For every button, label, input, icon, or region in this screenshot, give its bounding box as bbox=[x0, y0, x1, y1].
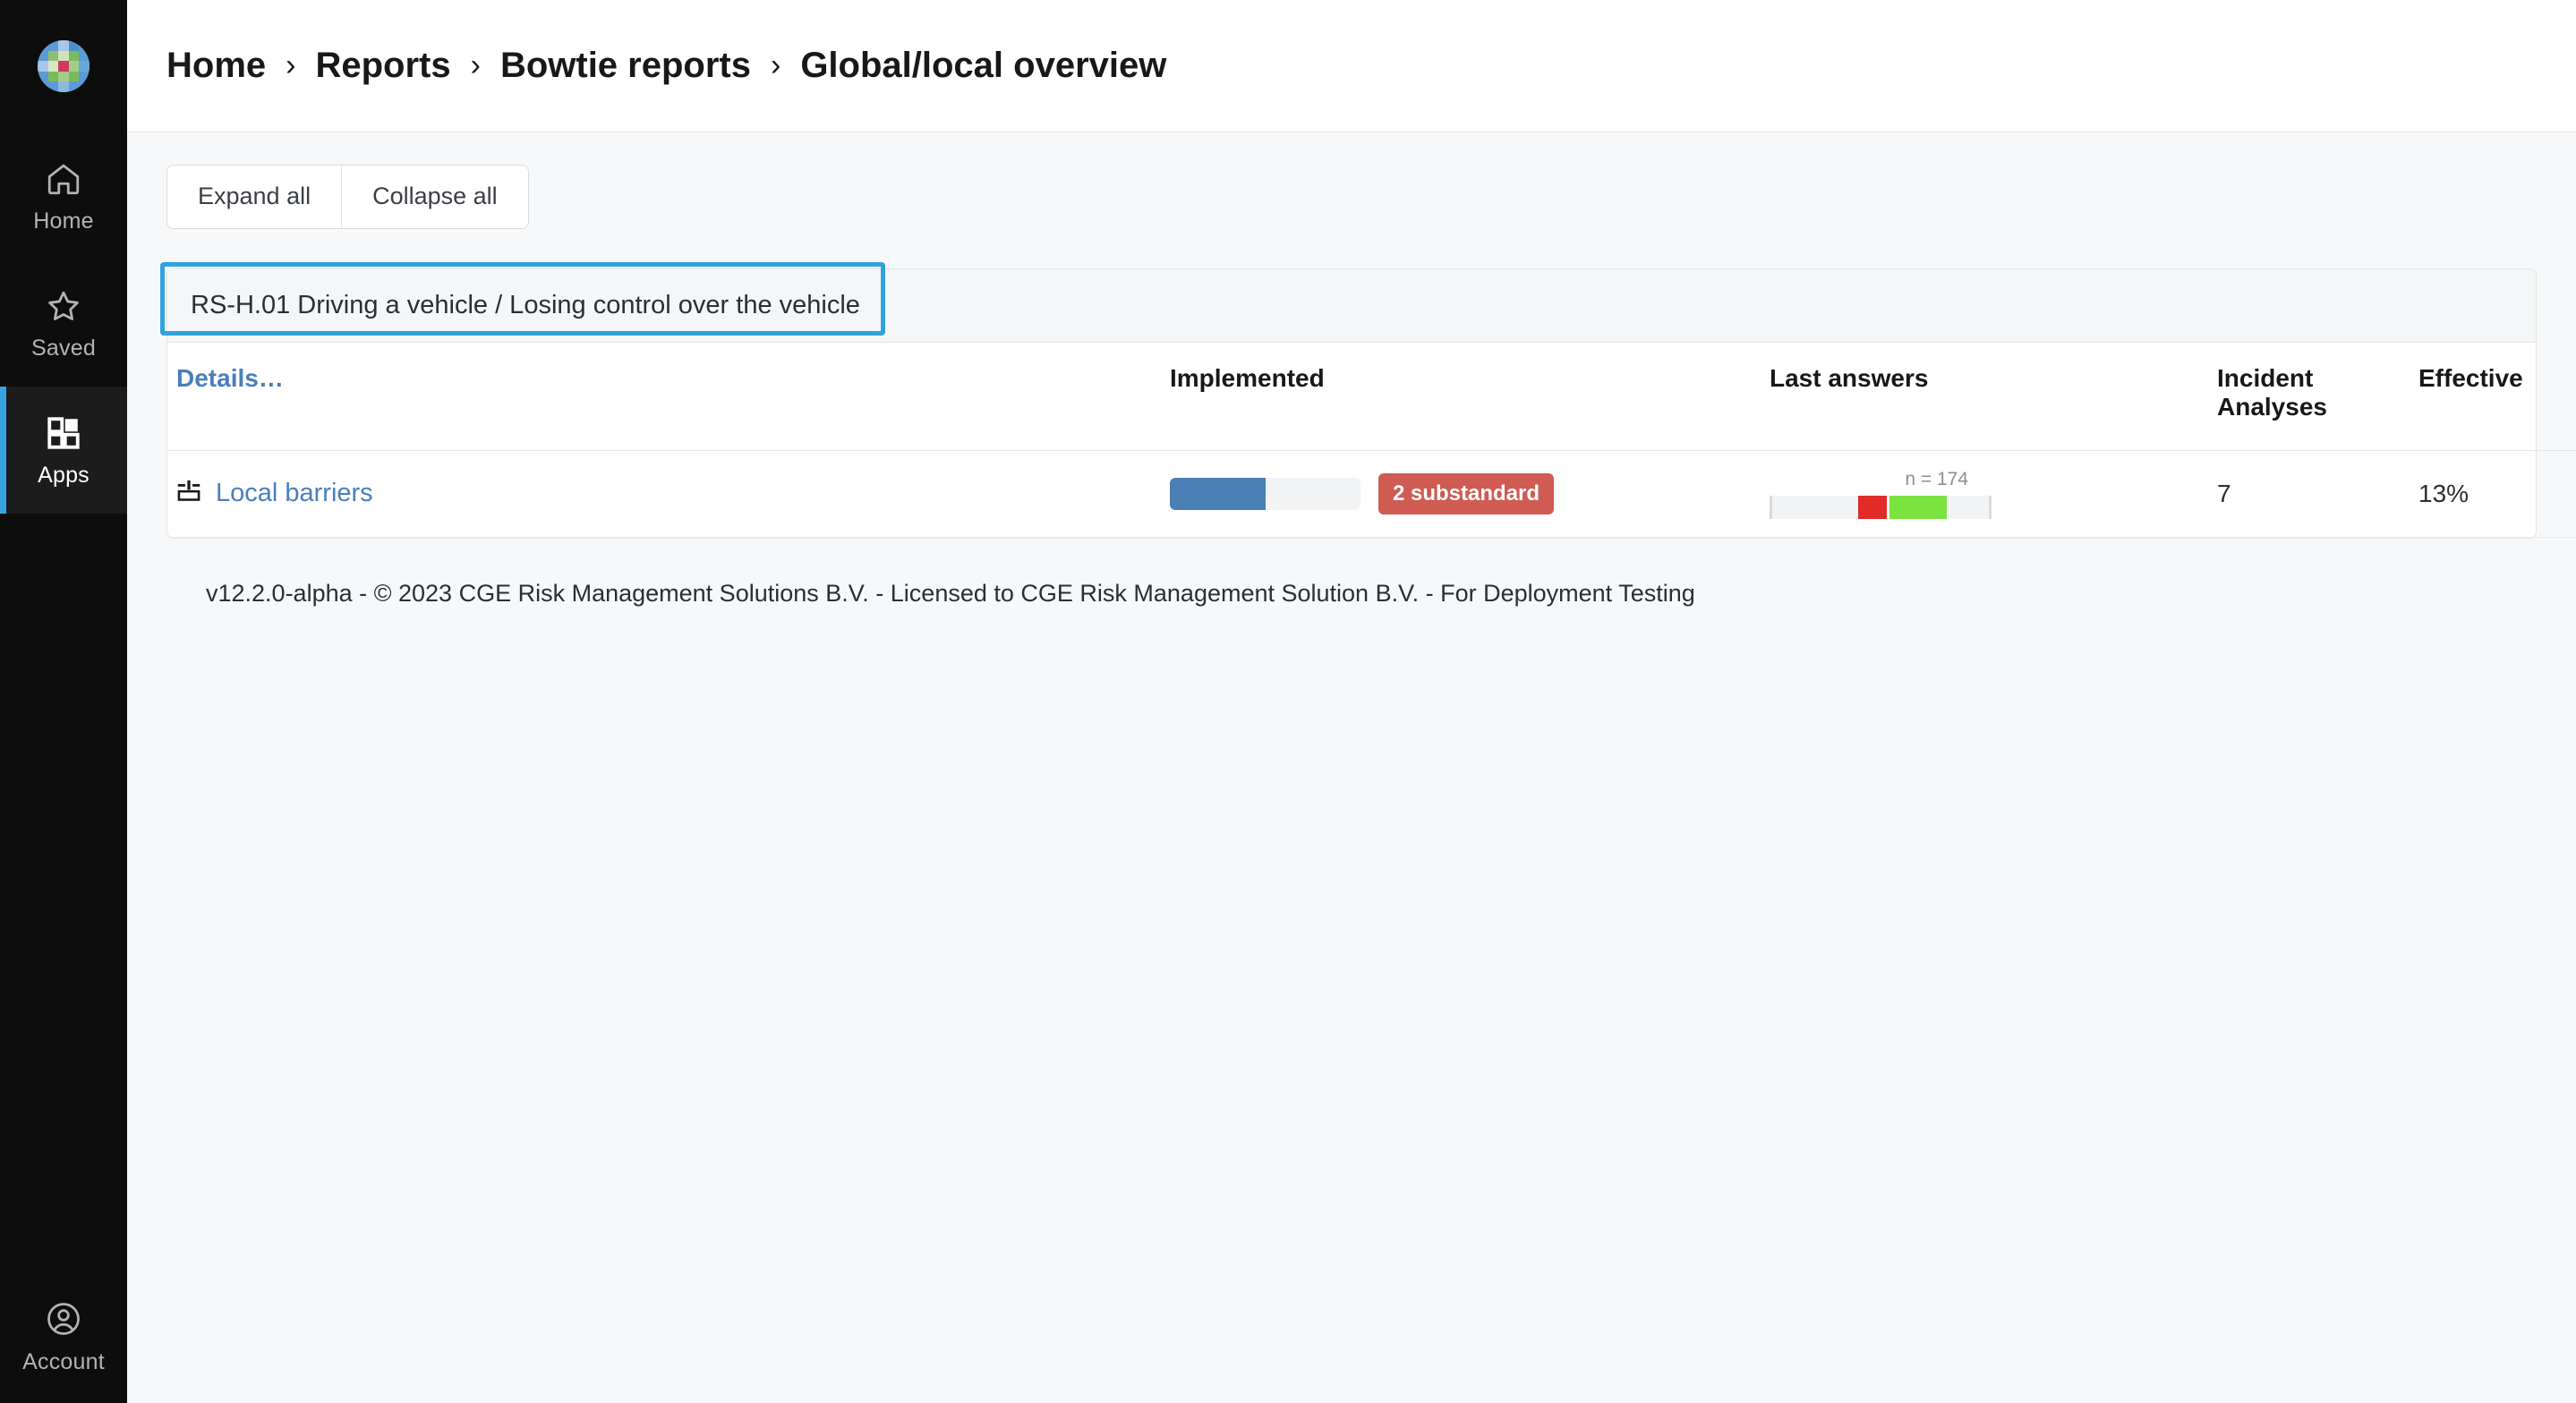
answers-sample-size-label: n = 174 bbox=[1905, 469, 1992, 490]
home-icon bbox=[44, 160, 83, 198]
last-answers-distribution-bar bbox=[1770, 496, 1992, 519]
content: Expand all Collapse all RS-H.01 Driving … bbox=[127, 132, 2576, 1403]
cell-effective: 13% bbox=[2410, 450, 2576, 537]
report-card-header[interactable]: RS-H.01 Driving a vehicle / Losing contr… bbox=[167, 269, 2536, 343]
sidebar-item-apps-label: Apps bbox=[38, 464, 90, 487]
chevron-right-icon: › bbox=[286, 50, 295, 81]
cell-last-answers: n = 174 bbox=[1761, 450, 2208, 537]
sidebar-spacer bbox=[0, 514, 127, 1269]
expand-collapse-button-group: Expand all Collapse all bbox=[166, 165, 529, 229]
answers-bar-segment bbox=[1858, 496, 1887, 519]
sidebar-nav: Home Saved bbox=[0, 132, 127, 514]
brand[interactable] bbox=[0, 0, 127, 132]
details-link[interactable]: Details… bbox=[176, 364, 284, 392]
sidebar: Home Saved bbox=[0, 0, 127, 1403]
column-header-implemented: Implemented bbox=[1161, 343, 1761, 451]
column-header-details: Details… bbox=[167, 343, 1161, 451]
star-icon bbox=[44, 287, 83, 325]
grid-icon bbox=[44, 414, 83, 452]
chevron-right-icon: › bbox=[771, 50, 780, 81]
column-header-last-answers: Last answers bbox=[1761, 343, 2208, 451]
breadcrumb-item-reports[interactable]: Reports bbox=[315, 46, 450, 86]
cge-globe-logo bbox=[38, 40, 90, 92]
topbar: Home › Reports › Bowtie reports › Global… bbox=[127, 0, 2576, 132]
sidebar-item-saved-label: Saved bbox=[31, 337, 96, 360]
report-table: Details… Implemented Last answers Incide… bbox=[167, 343, 2576, 538]
account-circle-icon bbox=[44, 1299, 83, 1339]
sidebar-item-home-label: Home bbox=[33, 210, 94, 233]
sidebar-item-saved[interactable]: Saved bbox=[0, 259, 127, 387]
breadcrumb: Home › Reports › Bowtie reports › Global… bbox=[166, 46, 1166, 86]
column-header-incident-analyses: Incident Analyses bbox=[2208, 343, 2410, 451]
barrier-icon bbox=[176, 478, 201, 509]
expand-all-button[interactable]: Expand all bbox=[167, 166, 341, 228]
table-row: Local barriers 2 substandard bbox=[167, 450, 2576, 537]
cell-implemented: 2 substandard bbox=[1161, 450, 1761, 537]
answers-bar-cap-left bbox=[1770, 496, 1772, 519]
breadcrumb-item-home[interactable]: Home bbox=[166, 46, 266, 86]
cell-barrier-name: Local barriers bbox=[167, 450, 1161, 537]
answers-bar-segment bbox=[1889, 496, 1947, 519]
report-table-body: Local barriers 2 substandard bbox=[167, 450, 2576, 537]
chevron-right-icon: › bbox=[471, 50, 481, 81]
main-area: Home › Reports › Bowtie reports › Global… bbox=[127, 0, 2576, 1403]
collapse-all-button[interactable]: Collapse all bbox=[341, 166, 528, 228]
app-root: Home Saved bbox=[0, 0, 2576, 1403]
sidebar-item-account[interactable]: Account bbox=[0, 1269, 127, 1403]
report-card: RS-H.01 Driving a vehicle / Losing contr… bbox=[166, 268, 2537, 539]
barrier-name-link[interactable]: Local barriers bbox=[216, 479, 373, 508]
sidebar-item-account-label: Account bbox=[22, 1351, 105, 1373]
table-header-row: Details… Implemented Last answers Incide… bbox=[167, 343, 2576, 451]
answers-bar-cap-right bbox=[1989, 496, 1992, 519]
sidebar-item-home[interactable]: Home bbox=[0, 132, 127, 259]
cell-incident-analyses: 7 bbox=[2208, 450, 2410, 537]
breadcrumb-item-bowtie-reports[interactable]: Bowtie reports bbox=[500, 46, 751, 86]
sidebar-item-apps[interactable]: Apps bbox=[0, 387, 127, 514]
breadcrumb-item-global-local-overview[interactable]: Global/local overview bbox=[800, 46, 1166, 86]
implemented-progress-bar bbox=[1170, 478, 1361, 510]
footer-text: v12.2.0-alpha - © 2023 CGE Risk Manageme… bbox=[166, 539, 2537, 608]
column-header-effective: Effective bbox=[2410, 343, 2576, 451]
report-table-head: Details… Implemented Last answers Incide… bbox=[167, 343, 2576, 451]
status-badge-substandard[interactable]: 2 substandard bbox=[1378, 473, 1554, 514]
implemented-progress-fill bbox=[1170, 478, 1266, 510]
